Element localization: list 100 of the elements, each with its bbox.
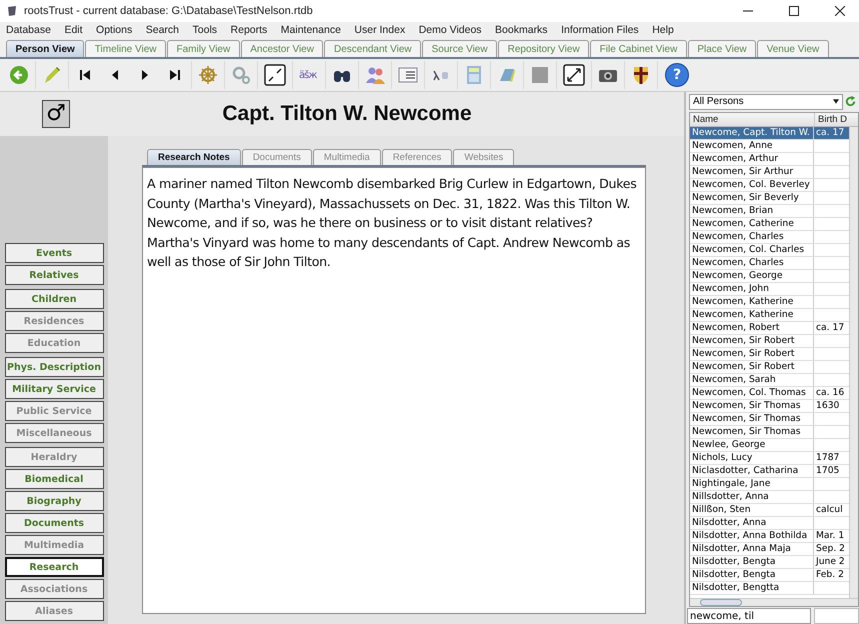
name-cell: Newcomen, Sir Thomas (690, 426, 814, 438)
person-row[interactable]: Newcomen, Katherine (690, 309, 849, 322)
back-icon[interactable] (9, 65, 29, 85)
person-row[interactable]: Newcomen, Col. Beverley (690, 179, 849, 192)
person-row[interactable]: Newcomen, Arthur (690, 153, 849, 166)
view-tab[interactable]: Place View (688, 40, 756, 57)
view-tab[interactable]: Source View (422, 40, 498, 57)
view-tab[interactable]: Venue View (757, 40, 829, 57)
menu-item[interactable]: Demo Videos (418, 24, 482, 36)
menu-item[interactable]: Search (146, 24, 180, 36)
person-row[interactable]: Newcomen, Sir Robert (690, 335, 849, 348)
resize-icon[interactable] (264, 64, 286, 86)
section-button[interactable]: Documents (4, 513, 104, 533)
person-row[interactable]: Nightingale, Jane (690, 478, 849, 491)
section-button[interactable]: Relatives (4, 265, 104, 285)
section-button[interactable]: Phys. Description (4, 357, 104, 377)
menu-item[interactable]: Maintenance (280, 24, 341, 36)
person-row[interactable]: Newcomen, Katherine (690, 296, 849, 309)
empty-field[interactable] (814, 608, 859, 624)
person-row[interactable]: Newcomen, Brian (690, 205, 849, 218)
person-row[interactable]: Newcomen, Sir Beverly (690, 192, 849, 205)
column-header[interactable]: Birth D (815, 113, 858, 126)
section-button[interactable]: Biomedical (4, 469, 104, 489)
notes-area[interactable] (142, 167, 646, 614)
menu-item[interactable]: Information Files (561, 24, 639, 36)
view-tab[interactable]: File Cabinet View (590, 40, 687, 57)
person-row[interactable]: Newcomen, Sir Thomas (690, 426, 849, 439)
menu-item[interactable]: Bookmarks (495, 24, 548, 36)
person-row[interactable]: Nilsdotter, Bengta June 2 (690, 556, 849, 569)
birth-cell-text: Sep. 2 (815, 543, 846, 555)
person-row[interactable]: Newcomen, Sir Thomas 1630 (690, 400, 849, 413)
view-tab[interactable]: Descendant View (324, 40, 422, 57)
person-row[interactable]: Newcomen, Sir Thomas (690, 413, 849, 426)
filter-dropdown[interactable]: All Persons (689, 94, 843, 110)
person-row[interactable]: Newcomen, Col. Charles (690, 244, 849, 257)
name-cell: Newcomen, John (690, 283, 814, 295)
person-row[interactable]: Newlee, George (690, 439, 849, 452)
person-row[interactable]: Nilsdotter, Anna Maja Sep. 2 (690, 543, 849, 556)
person-row[interactable]: Newcomen, Catherine (690, 218, 849, 231)
person-row[interactable]: Newcomen, Col. Thomas ca. 16 (690, 387, 849, 400)
search-field[interactable]: newcome, til (687, 608, 811, 624)
column-header[interactable]: Name (690, 113, 815, 126)
name-cell: Newcomen, Sir Robert (690, 361, 814, 373)
menu-item[interactable]: Help (652, 24, 674, 36)
person-row[interactable]: Newcomen, George (690, 270, 849, 283)
view-tab[interactable]: Person View (6, 40, 84, 57)
menu-item[interactable]: Tools (192, 24, 218, 36)
name-cell: Nilsdotter, Anna Bothilda (690, 530, 814, 542)
square-tile-icon[interactable] (530, 65, 550, 85)
horizontal-scrollbar[interactable] (690, 598, 858, 606)
person-row[interactable]: Newcomen, Robert ca. 17 (690, 322, 849, 335)
view-tab[interactable]: Family View (167, 40, 240, 57)
person-row[interactable]: Newcomen, Charles (690, 257, 849, 270)
ship-wheel-icon[interactable] (198, 65, 218, 85)
person-row[interactable]: Nillßon, Sten calcul (690, 504, 849, 517)
person-row[interactable]: Newcomen, John (690, 283, 849, 296)
person-row[interactable]: Newcomen, Anne (690, 140, 849, 153)
person-row[interactable]: Nilsdotter, Anna Bothilda Mar. 1 (690, 530, 849, 543)
name-cell: Newcomen, Katherine (690, 296, 814, 308)
person-row[interactable]: Newcomen, Sir Arthur (690, 166, 849, 179)
list-icon[interactable] (398, 65, 418, 85)
refresh-icon[interactable] (844, 95, 857, 108)
section-button[interactable]: Events (4, 243, 104, 263)
section-button[interactable]: Research (4, 557, 104, 577)
view-tab[interactable]: Timeline View (85, 40, 166, 57)
maximize-icon[interactable] (789, 6, 799, 16)
person-row[interactable]: Newcomen, Sir Robert (690, 348, 849, 361)
people-icon[interactable] (365, 65, 385, 85)
person-row[interactable]: Nilsdotter, Bengtta (690, 582, 849, 595)
detail-tab[interactable]: Research Notes (147, 149, 241, 165)
person-row[interactable]: Newcome, Capt. Tilton W. ca. 17 (690, 127, 849, 140)
view-tab[interactable]: Repository View (498, 40, 590, 57)
view-tab[interactable]: Ancestor View (240, 40, 324, 57)
vertical-scrollbar[interactable] (849, 127, 858, 598)
person-row[interactable]: Newcomen, Sir Robert (690, 361, 849, 374)
name-cell: Nilsdotter, Bengta (690, 556, 814, 568)
menu-item[interactable]: Database (6, 24, 51, 36)
help-icon[interactable]: ? (665, 63, 689, 87)
person-row[interactable]: Newcomen, Sarah (690, 374, 849, 387)
person-row[interactable]: Nillsdotter, Anna (690, 491, 849, 504)
section-button[interactable]: Children (4, 289, 104, 309)
menu-item[interactable]: Options (96, 24, 132, 36)
close-icon[interactable] (835, 6, 845, 16)
person-row[interactable]: Nilsdotter, Bengta Feb. 2 (690, 569, 849, 582)
name-cell: Newcomen, George (690, 270, 814, 282)
person-row[interactable]: Niclasdotter, Catharina 1705 (690, 465, 849, 478)
sex-symbol[interactable]: ♂ (42, 100, 70, 128)
name-cell: Newcomen, Brian (690, 205, 814, 217)
section-button[interactable]: Biography (4, 491, 104, 511)
person-row[interactable]: Nilsdotter, Anna (690, 517, 849, 530)
person-row[interactable]: Nichols, Lucy 1787 (690, 452, 849, 465)
person-row[interactable]: Newcomen, Charles (690, 231, 849, 244)
language-icon[interactable]: äšж (299, 70, 319, 80)
menu-item[interactable]: User Index (354, 24, 406, 36)
expand-icon[interactable] (563, 64, 585, 86)
menu-item[interactable]: Reports (230, 24, 268, 36)
shield-icon[interactable] (631, 65, 651, 85)
name-cell: Nillßon, Sten (690, 504, 814, 516)
section-button[interactable]: Military Service (4, 379, 104, 399)
menu-item[interactable]: Edit (64, 24, 83, 36)
